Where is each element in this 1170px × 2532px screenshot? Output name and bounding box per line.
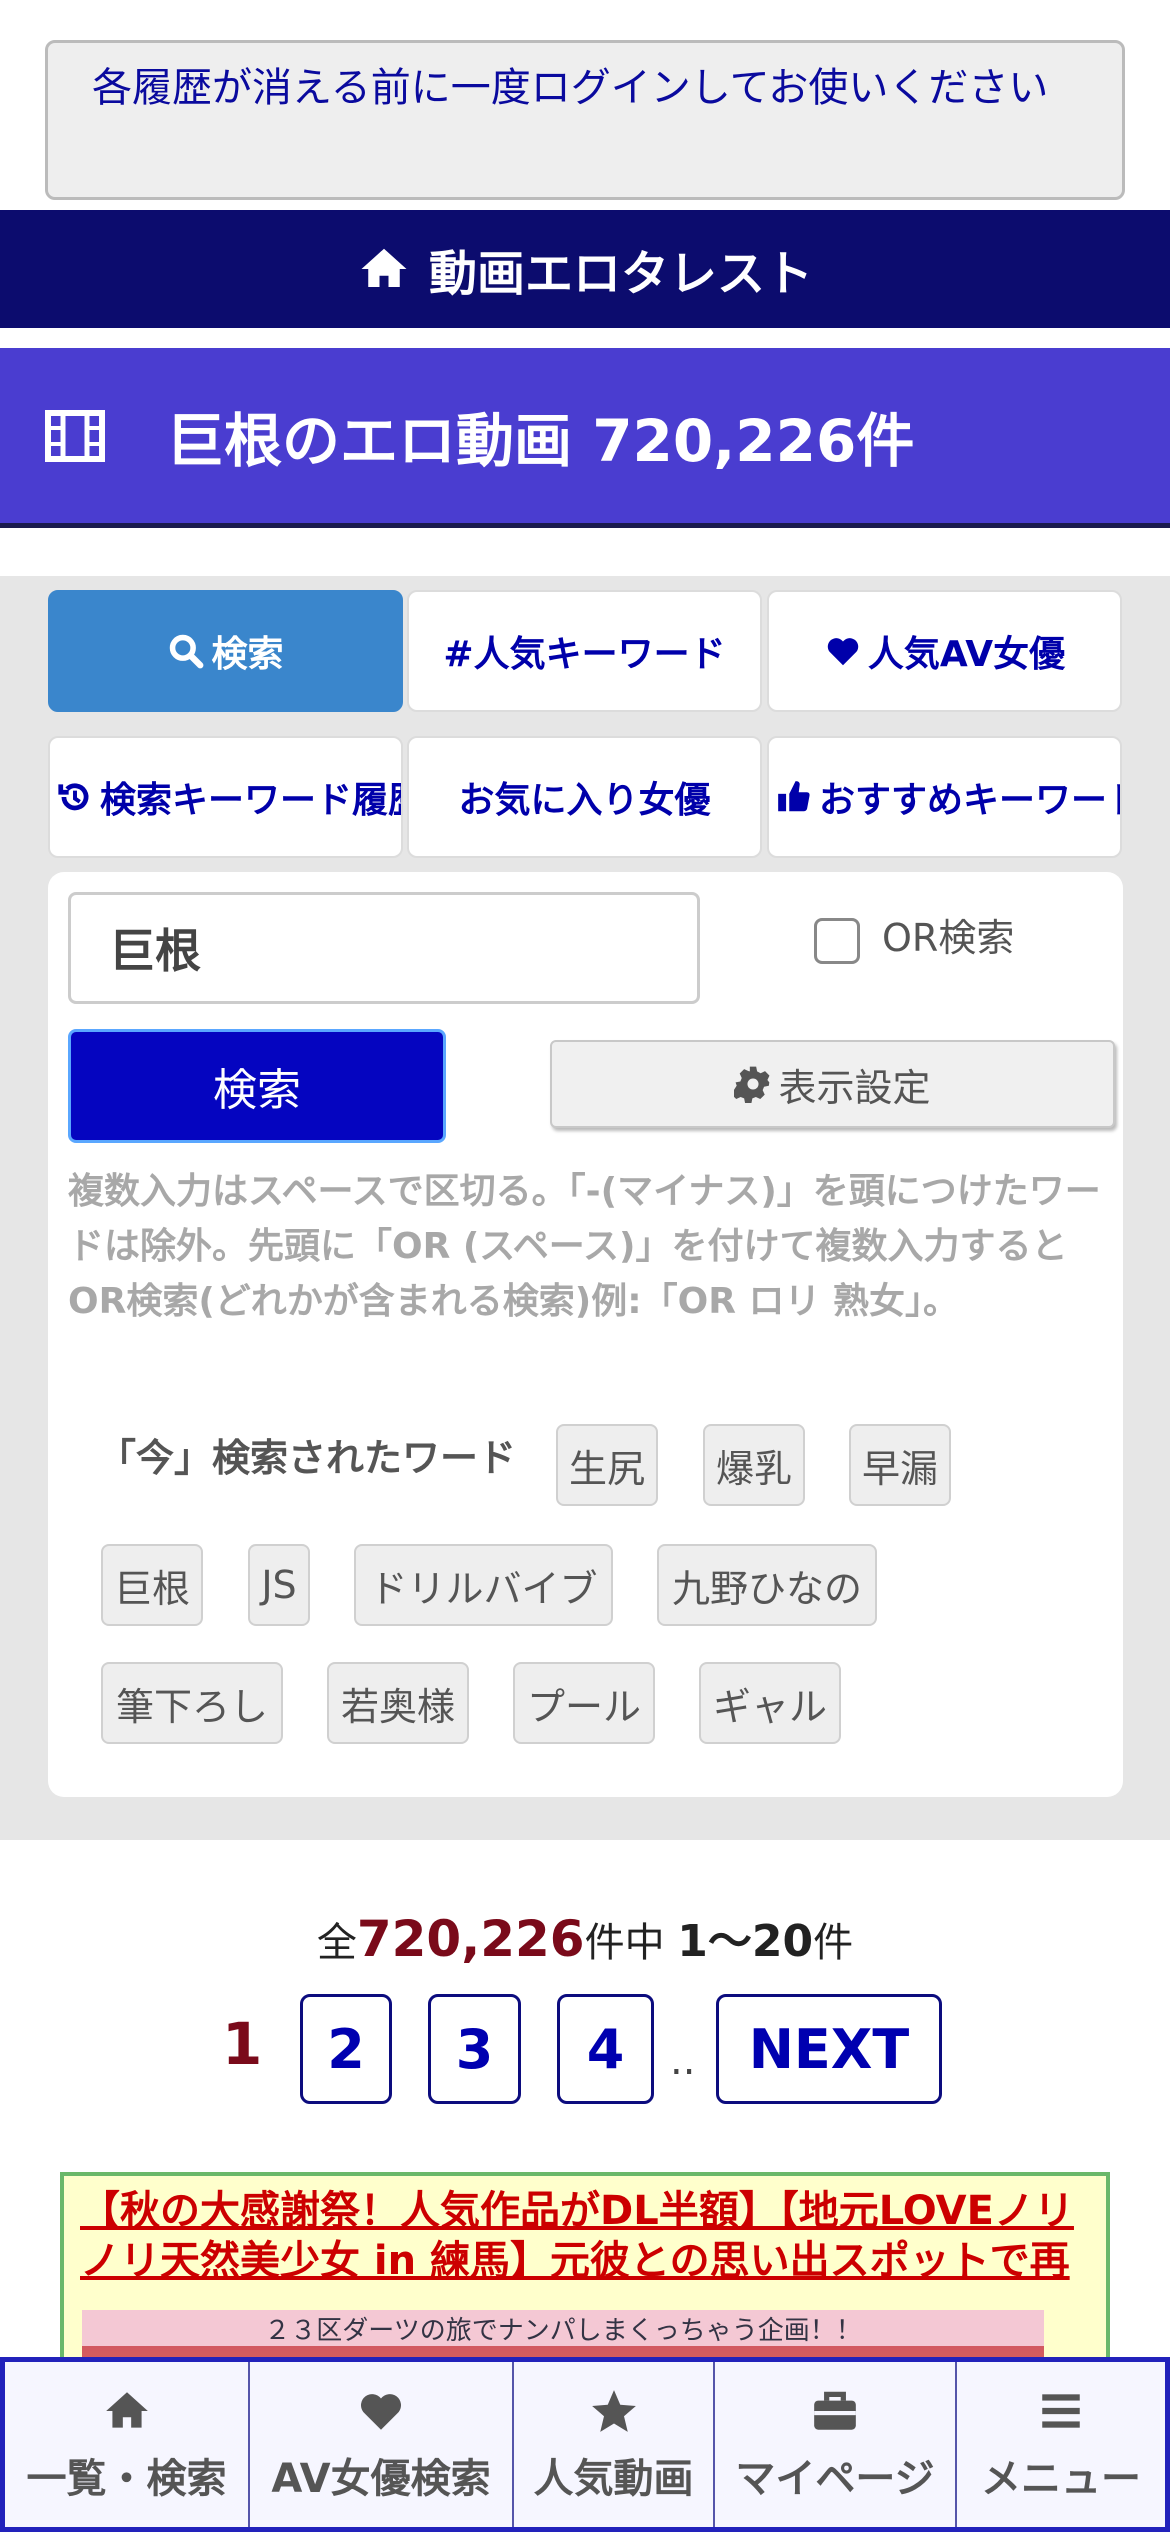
search-icon — [170, 634, 204, 669]
pager-ellipsis: .. — [670, 2038, 696, 2084]
nav-popular-videos[interactable]: 人気動画 — [514, 2362, 715, 2527]
thumbs-up-icon — [778, 781, 810, 812]
recent-words-label: 「今」検索されたワード — [98, 1436, 517, 1480]
recent-word-chip[interactable]: 生尻 — [556, 1424, 658, 1506]
ad-link-text[interactable]: 【秋の大感謝祭！人気作品がDL半額】【地元LOVEノリノリ天然美少女 in 練馬… — [64, 2176, 1106, 2296]
pager-page-link[interactable]: 3 — [428, 1994, 521, 2104]
pager-current-page: 1 — [222, 2010, 263, 2078]
briefcase-icon — [814, 2391, 856, 2430]
recent-word-chip[interactable]: ドリルバイブ — [354, 1544, 613, 1626]
home-icon — [105, 2391, 148, 2428]
bottom-nav: 一覧・検索 AV女優検索 人気動画 マイページ メニュー — [0, 2357, 1170, 2532]
tab-popular-keywords[interactable]: #人気キーワード — [407, 590, 762, 712]
recent-word-chip[interactable]: 筆下ろし — [101, 1662, 283, 1744]
result-count: 全720,226件中 1〜20件 — [0, 1905, 1170, 1969]
result-total: 720,226 — [356, 1910, 585, 1968]
nav-menu-label: メニュー — [981, 2455, 1141, 2502]
tab-search-label: 検索 — [211, 634, 284, 675]
recent-word-chip[interactable]: プール — [513, 1662, 655, 1744]
recent-word-chip[interactable]: JS — [248, 1544, 310, 1626]
display-settings-label: 表示設定 — [778, 1065, 931, 1110]
page-heading-bar: 巨根のエロ動画 720,226件 — [0, 348, 1170, 528]
or-search-checkbox[interactable] — [814, 918, 860, 964]
login-notice-text: 各履歴が消える前に一度ログインしてお使いください — [92, 65, 1049, 111]
nav-my-page-label: マイページ — [735, 2455, 935, 2502]
result-count-prefix: 全 — [316, 1920, 357, 1966]
heart-icon — [827, 638, 859, 666]
site-title: 動画エロタレスト — [428, 246, 813, 302]
menu-icon — [1042, 2393, 1080, 2428]
recent-word-chip[interactable]: 若奥様 — [327, 1662, 469, 1744]
search-input[interactable]: 巨根 — [68, 892, 700, 1004]
recent-word-chip[interactable]: 早漏 — [849, 1424, 951, 1506]
result-range: 1〜20 — [677, 1916, 814, 1967]
tab-search-history-label: 検索キーワード履歴 — [100, 780, 403, 821]
tab-search[interactable]: 検索 — [48, 590, 403, 712]
nav-list-search-label: 一覧・検索 — [26, 2455, 227, 2502]
tab-popular-actresses-label: 人気AV女優 — [867, 634, 1066, 675]
star-icon — [591, 2389, 636, 2432]
nav-actress-search[interactable]: AV女優検索 — [250, 2362, 514, 2527]
ad-image-caption: ２３区ダーツの旅でナンパしまくっちゃう企画！！ — [82, 2310, 1044, 2346]
login-notice: 各履歴が消える前に一度ログインしてお使いください — [45, 40, 1125, 200]
recent-word-chip[interactable]: ギャル — [699, 1662, 841, 1744]
display-settings-button[interactable]: 表示設定 — [550, 1040, 1115, 1128]
search-button[interactable]: 検索 — [68, 1029, 446, 1143]
home-icon — [361, 248, 407, 287]
heart-icon — [360, 2393, 402, 2430]
tab-favorite-actresses[interactable]: お気に入り女優 — [407, 736, 762, 858]
or-search-option[interactable]: OR検索 — [814, 904, 1014, 964]
recent-word-chip[interactable]: 巨根 — [101, 1544, 203, 1626]
tab-favorite-actresses-label: お気に入り女優 — [458, 780, 711, 821]
nav-actress-search-label: AV女優検索 — [271, 2455, 491, 2502]
tab-popular-actresses[interactable]: 人気AV女優 — [767, 590, 1122, 712]
site-title-bar[interactable]: 動画エロタレスト — [0, 210, 1170, 328]
search-input-value: 巨根 — [109, 924, 201, 978]
nav-list-search[interactable]: 一覧・検索 — [5, 2362, 250, 2527]
search-panel: 巨根 OR検索 検索 表示設定 複数入力はスペースで区切る。「-(マイナス)」を… — [48, 872, 1123, 1797]
page-title: 巨根のエロ動画 720,226件 — [166, 406, 915, 475]
film-icon — [45, 409, 105, 462]
tab-recommended-keywords[interactable]: おすすめキーワード — [767, 736, 1122, 858]
nav-menu[interactable]: メニュー — [957, 2362, 1165, 2527]
result-count-middle: 件中 — [584, 1920, 665, 1966]
nav-my-page[interactable]: マイページ — [715, 2362, 957, 2527]
search-button-label: 検索 — [213, 1065, 301, 1116]
pager-page-link[interactable]: 2 — [300, 1994, 392, 2104]
recent-word-chip[interactable]: 爆乳 — [703, 1424, 805, 1506]
recent-word-chip[interactable]: 九野ひなの — [657, 1544, 877, 1626]
or-search-label: OR検索 — [882, 915, 1015, 960]
nav-popular-videos-label: 人気動画 — [533, 2455, 694, 2502]
search-help-text: 複数入力はスペースで区切る。「-(マイナス)」を頭につけたワードは除外。先頭に「… — [68, 1171, 1101, 1322]
pager-page-link[interactable]: 4 — [557, 1994, 654, 2104]
tab-popular-keywords-label: #人気キーワード — [443, 634, 726, 675]
history-icon — [58, 783, 89, 811]
tab-recommended-keywords-label: おすすめキーワード — [819, 780, 1122, 821]
gear-icon — [734, 1066, 770, 1103]
pager-next-button[interactable]: NEXT — [716, 1994, 942, 2104]
tab-search-history[interactable]: 検索キーワード履歴 — [48, 736, 403, 858]
result-count-suffix: 件 — [813, 1920, 854, 1966]
